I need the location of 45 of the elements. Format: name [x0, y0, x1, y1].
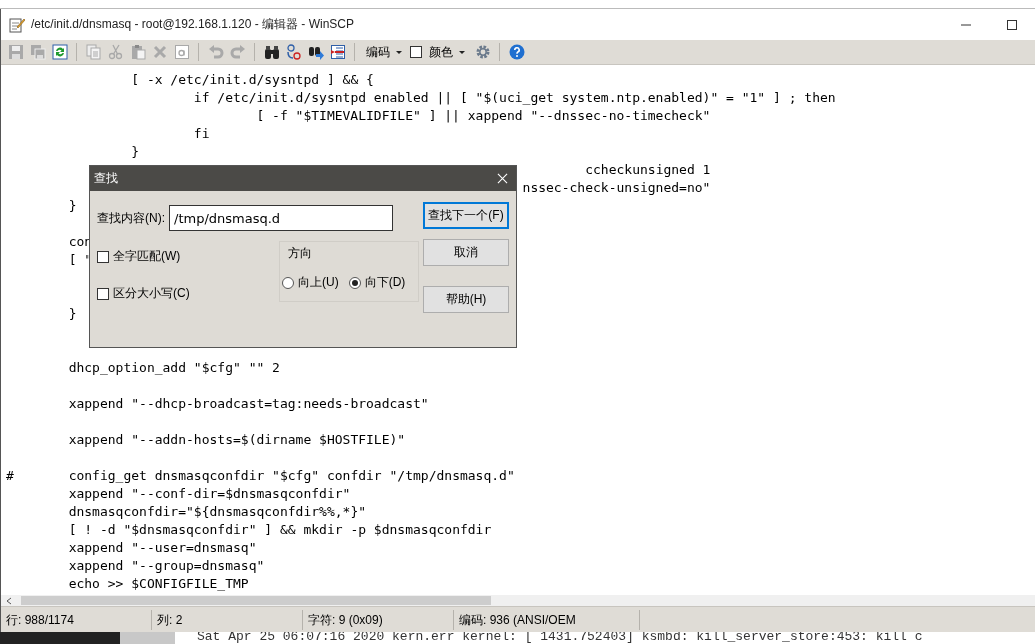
- code-line: nssec-check-unsigned=no": [522, 180, 711, 195]
- code-line: }: [131, 144, 140, 159]
- status-field: 列: 2: [152, 609, 303, 630]
- refresh-icon[interactable]: [50, 42, 69, 62]
- code-line: dhcp_option_add "$cfg" "" 2: [68, 360, 280, 375]
- direction-radio[interactable]: 向上(U): [282, 274, 339, 291]
- close-icon[interactable]: [497, 173, 508, 184]
- dialog-button[interactable]: 帮助(H): [423, 286, 509, 313]
- dialog-button[interactable]: 查找下一个(F): [423, 202, 509, 229]
- code-line: fi: [193, 126, 210, 141]
- window-title: /etc/init.d/dnsmasq - root@192.168.1.120 - 编辑器 - WinSCP: [31, 16, 354, 33]
- code-line: # config_get dnsmasqconfdir "$cfg" confdir "/tmp/dnsmasq.d": [6, 468, 515, 483]
- color-checkbox[interactable]: [410, 46, 422, 58]
- code-line: dnsmasqconfdir="${dnsmasqconfdir%%,*}": [68, 504, 367, 519]
- caret-icon: [458, 48, 466, 56]
- code-line: ccheckunsigned 1: [585, 162, 711, 177]
- code-line: }: [68, 198, 77, 213]
- code-line: xappend "--group=dnsmasq": [68, 558, 265, 573]
- dialog-button[interactable]: 取消: [423, 239, 509, 266]
- find-label: 查找内容(N):: [97, 209, 165, 227]
- help-icon[interactable]: [507, 42, 526, 62]
- horizontal-scrollbar[interactable]: [1, 595, 1035, 606]
- status-field: 行: 988/1174: [1, 609, 152, 630]
- find-input[interactable]: /tmp/dnsmasq.d: [169, 205, 393, 231]
- code-line: if /etc/init.d/sysntpd enabled || [ "$(uci_get system.ntp.enabled)" = "1" ] ; then: [193, 90, 836, 105]
- group-label: 方向: [287, 245, 312, 262]
- color-dropdown[interactable]: 颜色: [425, 43, 470, 61]
- option-checkbox[interactable]: 区分大小写(C): [97, 285, 190, 302]
- code-line: [ -x /etc/init.d/sysntpd ] && {: [131, 72, 374, 87]
- status-field: 字符: 9 (0x09): [303, 609, 454, 630]
- code-line: xappend "--conf-dir=$dnsmasqconfdir": [68, 486, 351, 501]
- code-line: xappend "--dhcp-broadcast=tag:needs-broadcast": [68, 396, 429, 411]
- code-line: xappend "--addn-hosts=$(dirname $HOSTFILE)": [68, 432, 406, 447]
- encoding-dropdown[interactable]: 编码: [362, 43, 407, 61]
- option-checkbox[interactable]: 全字匹配(W): [97, 248, 181, 265]
- dialog-title: 查找: [94, 170, 118, 187]
- code-line: }: [68, 306, 77, 321]
- notepad-icon: [9, 16, 25, 33]
- code-line: echo >> $CONFIGFILE_TMP: [68, 576, 249, 591]
- direction-radio[interactable]: 向下(D): [348, 274, 406, 291]
- status-field: 编码: 936 (ANSI/OEM: [454, 609, 640, 630]
- code-line: xappend "--user=dnsmasq": [68, 540, 257, 555]
- caret-icon: [395, 48, 403, 56]
- code-line: [ -f "$TIMEVALIDFILE" ] || xappend "--dnssec-no-timecheck": [256, 108, 711, 123]
- code-line: [ ! -d "$dnsmasqconfdir" ] && mkdir -p $dnsmasqconfdir: [68, 522, 492, 537]
